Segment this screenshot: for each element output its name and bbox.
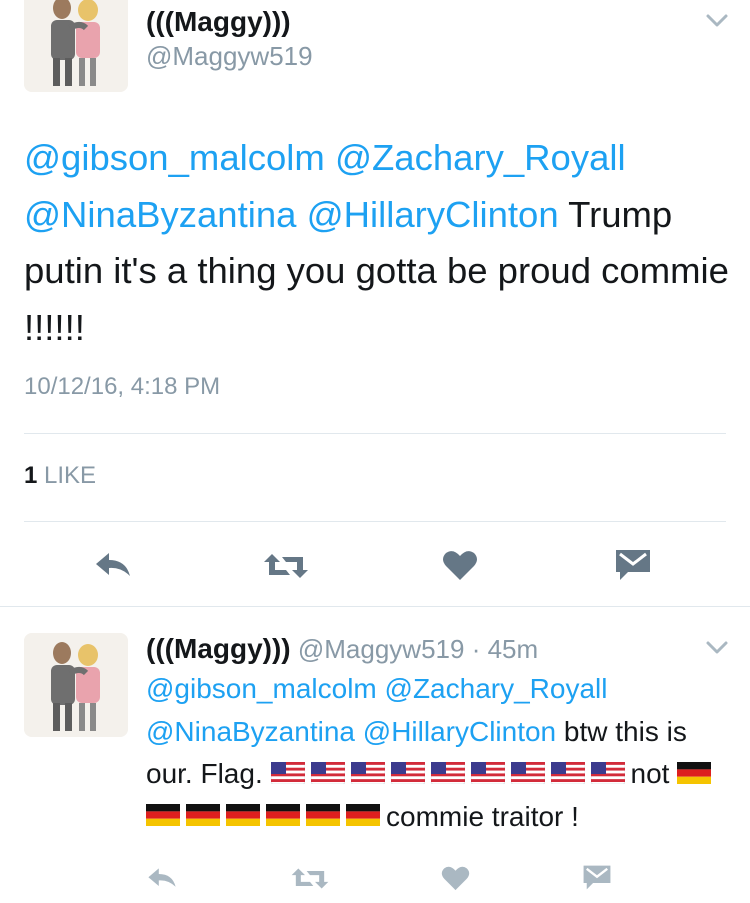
mention-link[interactable]: @NinaByzantina [24,194,296,235]
us-flag-emoji [550,761,585,784]
separator: · [471,634,481,664]
us-flag-emoji [270,761,305,784]
retweet-icon[interactable] [290,866,330,891]
author-handle[interactable]: @Maggyw519 [298,634,465,664]
us-flag-emoji [430,761,465,784]
reply-header: (((Maggy))) @Maggyw519 · 45m [146,633,538,665]
german-flag-emoji [306,804,340,827]
mention-link[interactable]: @Zachary_Royall [335,137,626,178]
envelope-icon[interactable] [614,548,652,582]
reply-body: not [630,758,670,789]
heart-icon[interactable] [442,549,478,581]
divider [0,606,750,607]
us-flag-emoji [590,761,625,784]
us-flag-emoji [470,761,505,784]
us-flag-emoji [390,761,425,784]
divider [24,521,726,522]
german-flag-emoji [266,804,300,827]
chevron-down-icon[interactable] [705,13,729,29]
us-flag-row [270,758,631,789]
german-flag-emoji [146,804,180,827]
german-flag-emoji [346,804,380,827]
envelope-icon[interactable] [582,864,612,891]
like-count[interactable]: 1 LIKE [24,462,96,490]
divider [24,433,726,434]
tweet-text: @gibson_malcolm @Zachary_Royall @NinaByz… [24,130,729,356]
us-flag-emoji [510,761,545,784]
author-name[interactable]: (((Maggy))) [146,6,291,38]
german-flag-emoji [677,761,712,784]
mention-link[interactable]: @gibson_malcolm [146,673,377,704]
mention-link[interactable]: @NinaByzantina [146,716,355,747]
author-name[interactable]: (((Maggy))) [146,633,291,664]
us-flag-emoji [310,761,345,784]
mention-link[interactable]: @gibson_malcolm [24,137,325,178]
timestamp[interactable]: 10/12/16, 4:18 PM [24,373,220,401]
mention-link[interactable]: @HillaryClinton [307,194,559,235]
reply-icon[interactable] [146,866,178,890]
reply-text: @gibson_malcolm @Zachary_Royall @NinaByz… [146,668,731,838]
german-flag-emoji [186,804,220,827]
mention-link[interactable]: @HillaryClinton [363,716,556,747]
avatar[interactable] [24,0,128,92]
retweet-icon[interactable] [262,551,310,581]
time-ago[interactable]: 45m [488,634,539,664]
german-flag-emoji [226,804,260,827]
author-handle[interactable]: @Maggyw519 [146,41,313,72]
avatar[interactable] [24,633,128,737]
reply-icon[interactable] [93,550,133,580]
us-flag-emoji [350,761,385,784]
reply-body: commie traitor ! [386,800,579,832]
heart-icon[interactable] [441,865,470,891]
chevron-down-icon[interactable] [705,640,729,656]
like-count-number: 1 [24,462,38,489]
mention-link[interactable]: @Zachary_Royall [385,673,608,704]
like-count-label: LIKE [44,462,97,489]
